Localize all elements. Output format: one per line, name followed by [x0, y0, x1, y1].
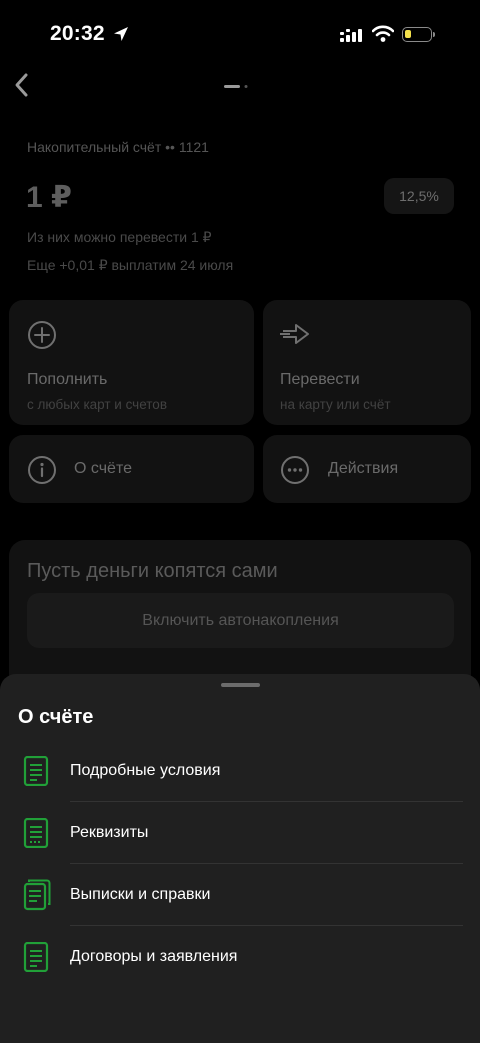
chevron-left-icon[interactable] [12, 72, 32, 98]
sheet-title: О счёте [18, 706, 94, 728]
sheet-item-detailed-terms[interactable]: Подробные условия [0, 740, 480, 802]
location-arrow-icon [114, 27, 128, 41]
battery-cap [433, 32, 435, 37]
topup-subtitle: с любых карт и счетов [27, 397, 167, 412]
sheet-item-contracts[interactable]: Договоры и заявления [0, 926, 480, 988]
account-balance: 1 ₽ [26, 181, 72, 214]
sheet-item-label: Договоры и заявления [70, 948, 238, 965]
document-icon [23, 942, 49, 972]
document-icon [23, 756, 49, 786]
sheet-item-requisites[interactable]: Реквизиты [0, 802, 480, 864]
sheet-item-statements[interactable]: Выписки и справки [0, 864, 480, 926]
topup-title: Пополнить [27, 371, 108, 388]
sheet-item-label: Выписки и справки [70, 886, 211, 903]
more-icon [281, 456, 309, 484]
actions-title: Действия [328, 460, 399, 477]
documents-stack-icon [23, 879, 51, 911]
topup-card[interactable]: Пополнить с любых карт и счетов [9, 300, 254, 425]
plus-circle-icon [28, 321, 56, 349]
sheet-item-label: Реквизиты [70, 824, 149, 841]
transferable-amount: Из них можно перевести 1 ₽ [27, 229, 212, 245]
autosave-title: Пусть деньги копятся сами [27, 560, 278, 582]
cellular-signal-icon [340, 29, 362, 42]
battery-icon [402, 27, 432, 42]
info-icon [28, 456, 56, 484]
page-indicator [224, 85, 248, 88]
interest-rate-badge[interactable]: 12,5% [384, 178, 454, 214]
actions-card[interactable]: Действия [263, 435, 471, 503]
arrow-right-icon [280, 324, 309, 344]
transfer-card[interactable]: Перевести на карту или счёт [263, 300, 471, 425]
enable-autosave-button[interactable]: Включить автонакопления [27, 593, 454, 648]
account-label: Накопительный счёт •• 1121 [27, 139, 209, 155]
transfer-subtitle: на карту или счёт [280, 397, 391, 412]
sheet-item-label: Подробные условия [70, 762, 221, 779]
status-time: 20:32 [50, 22, 105, 45]
sheet-grabber[interactable] [221, 683, 260, 687]
about-account-card[interactable]: О счёте [9, 435, 254, 503]
payout-note: Еще +0,01 ₽ выплатим 24 июля [27, 257, 234, 273]
wifi-icon [372, 25, 394, 42]
document-details-icon [23, 818, 49, 848]
about-title: О счёте [74, 460, 132, 477]
transfer-title: Перевести [280, 371, 360, 388]
